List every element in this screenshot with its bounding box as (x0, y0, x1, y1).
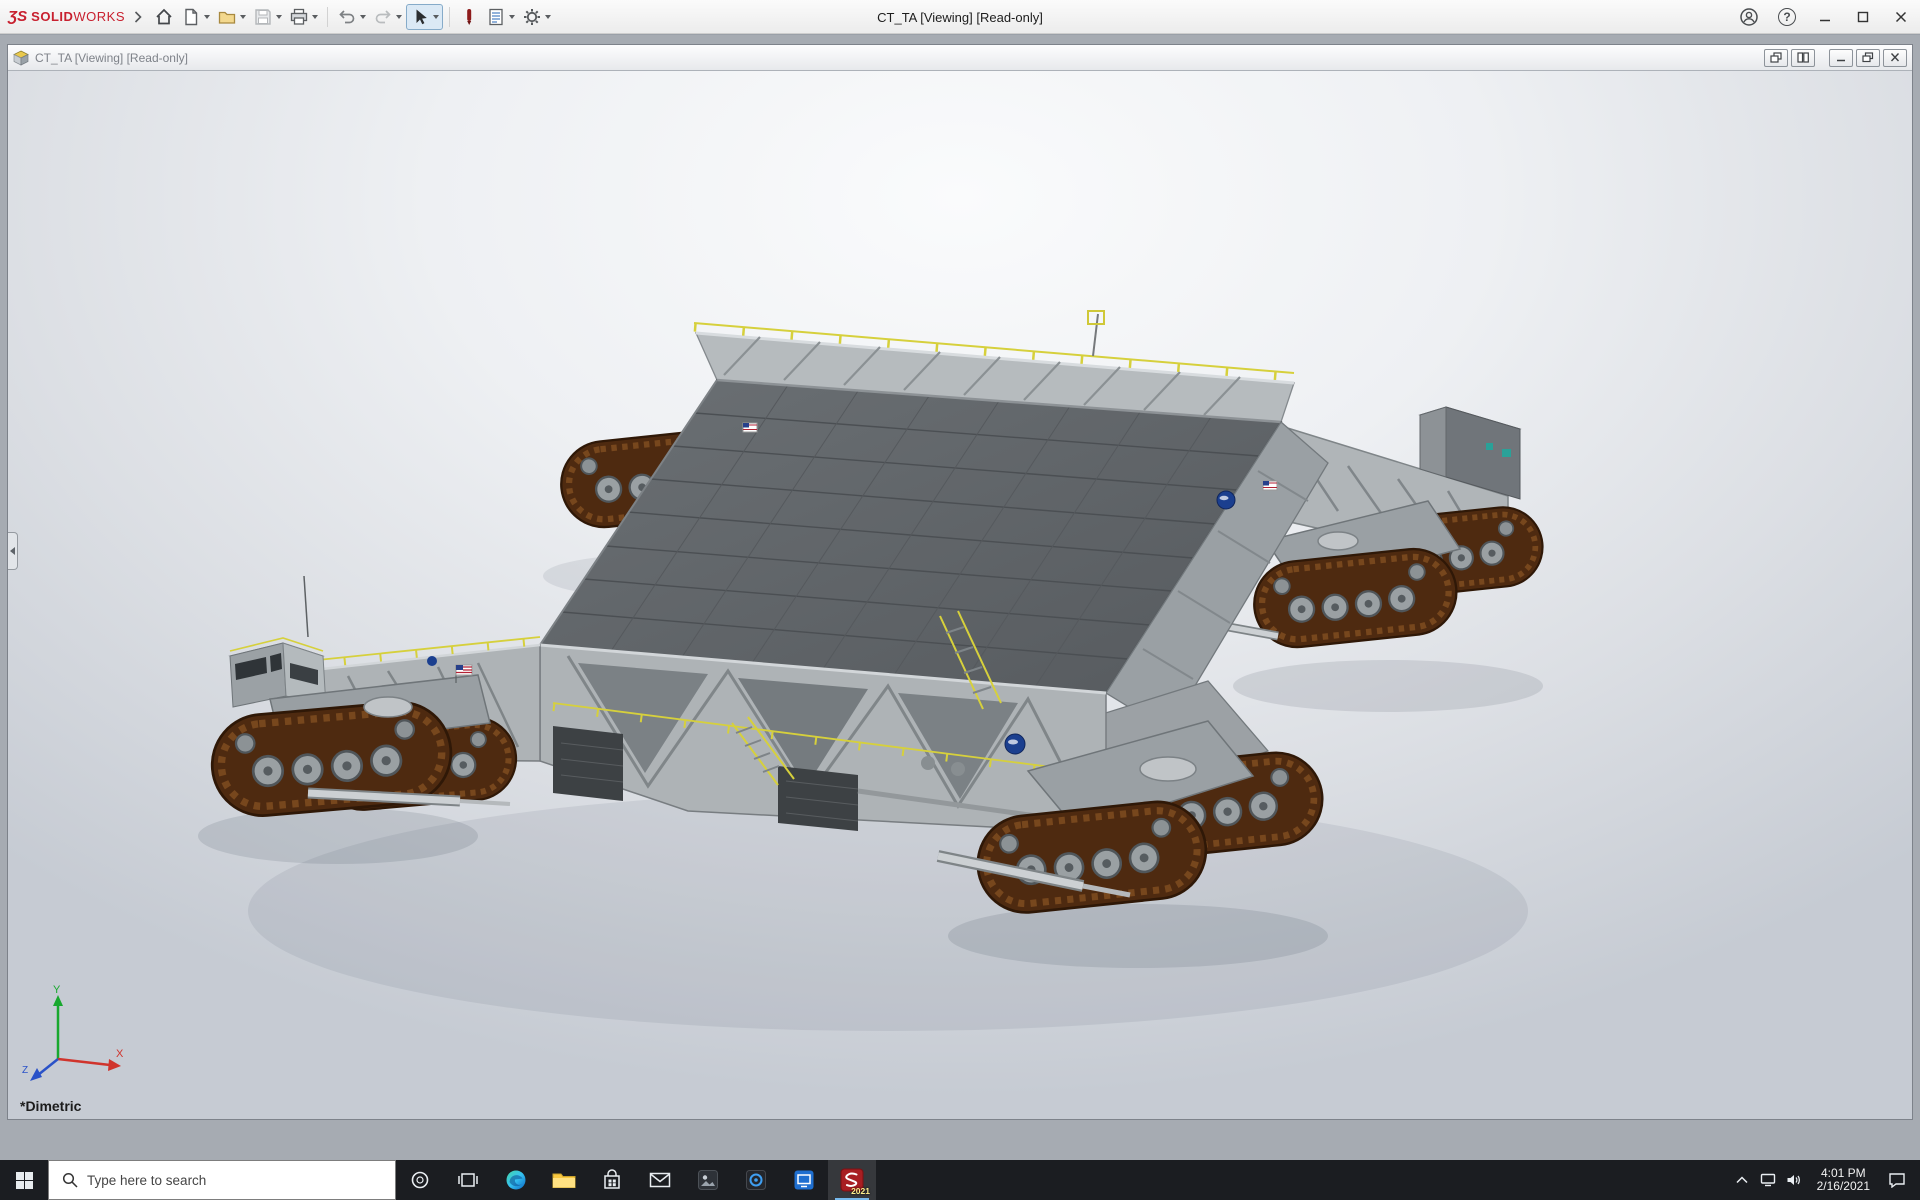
save-dropdown-caret[interactable] (276, 15, 282, 19)
doc-minimize-button[interactable] (1829, 49, 1853, 67)
media-player-icon (745, 1169, 767, 1191)
triad-y-label: Y (53, 984, 61, 996)
taskbar-search[interactable] (48, 1160, 396, 1200)
cortana-icon (410, 1170, 430, 1190)
cortana-button[interactable] (396, 1160, 444, 1200)
windows-taskbar: 2021 4:01 PM 2/16/2021 (0, 1160, 1920, 1200)
file-explorer-icon (552, 1170, 576, 1190)
solidworks-logo-text: SOLIDWORKS (31, 9, 125, 24)
clock-date: 2/16/2021 (1817, 1180, 1870, 1194)
toolbar-separator (327, 7, 328, 27)
options-dropdown-caret[interactable] (545, 15, 551, 19)
select-button[interactable] (406, 4, 443, 30)
crawler-transporter-model (8, 71, 1912, 1119)
solidworks-version-badge: 2021 (851, 1186, 870, 1196)
solidworks-logo: ƷS SOLIDWORKS (8, 8, 125, 25)
triad-x-label: X (116, 1048, 124, 1060)
store-icon (602, 1169, 622, 1191)
help-icon: ? (1778, 8, 1796, 26)
open-button[interactable] (214, 4, 249, 30)
help-button[interactable]: ? (1768, 0, 1806, 34)
store-button[interactable] (588, 1160, 636, 1200)
document-titlebar[interactable]: CT_TA [Viewing] [Read-only] (8, 45, 1912, 71)
feature-tree-collapse-tab[interactable] (8, 532, 18, 570)
document-window-controls (1764, 49, 1907, 67)
properties-dropdown-caret[interactable] (509, 15, 515, 19)
photos-button[interactable] (684, 1160, 732, 1200)
edge-button[interactable] (492, 1160, 540, 1200)
mail-icon (649, 1171, 671, 1189)
print-dropdown-caret[interactable] (312, 15, 318, 19)
solidworks-taskbar-button[interactable]: 2021 (828, 1160, 876, 1200)
app-titlebar: ƷS SOLIDWORKS (0, 0, 1920, 34)
taskbar-clock[interactable]: 4:01 PM 2/16/2021 (1807, 1167, 1880, 1194)
hidden-icons-chevron[interactable] (1729, 1160, 1755, 1200)
file-explorer-button[interactable] (540, 1160, 588, 1200)
solidworks-screen: ƷS SOLIDWORKS (0, 0, 1920, 1200)
home-button[interactable] (151, 4, 177, 30)
doc-close-button[interactable] (1883, 49, 1907, 67)
edge-icon (505, 1169, 527, 1191)
media-player-button[interactable] (732, 1160, 780, 1200)
quick-access-toolbar (151, 4, 554, 30)
select-dropdown-caret[interactable] (433, 15, 439, 19)
assembly-document-icon (13, 50, 29, 66)
undo-dropdown-caret[interactable] (360, 15, 366, 19)
titlebar-right-controls: ? (1730, 0, 1920, 34)
photos-icon (697, 1169, 719, 1191)
volume-icon[interactable] (1781, 1160, 1807, 1200)
new-document-dropdown-caret[interactable] (204, 15, 210, 19)
triad-z-label: Z (22, 1065, 28, 1076)
doc-restore-button[interactable] (1856, 49, 1880, 67)
properties-sheet-button[interactable] (483, 4, 518, 30)
new-document-button[interactable] (178, 4, 213, 30)
open-dropdown-caret[interactable] (240, 15, 246, 19)
graphics-viewport[interactable]: Y X Z *Dimetric (8, 71, 1912, 1119)
minimize-button[interactable] (1806, 0, 1844, 34)
search-icon (62, 1172, 78, 1188)
movies-tv-icon (793, 1169, 815, 1191)
options-button[interactable] (519, 4, 554, 30)
action-center-button[interactable] (1880, 1160, 1914, 1200)
document-title: CT_TA [Viewing] [Read-only] (35, 51, 188, 65)
network-icon[interactable] (1755, 1160, 1781, 1200)
solidworks-logo-mark: ƷS (8, 8, 27, 25)
redo-button[interactable] (370, 4, 405, 30)
pen-mode-icon[interactable] (456, 4, 482, 30)
brand-bold: SOLID (31, 9, 73, 24)
print-button[interactable] (286, 4, 321, 30)
start-button[interactable] (0, 1160, 48, 1200)
system-tray: 4:01 PM 2/16/2021 (1729, 1160, 1920, 1200)
task-view-button[interactable] (444, 1160, 492, 1200)
movies-tv-button[interactable] (780, 1160, 828, 1200)
windows-logo-icon (16, 1172, 33, 1189)
toolbar-separator (449, 7, 450, 27)
account-button[interactable] (1730, 0, 1768, 34)
app-client-area: CT_TA [Viewing] [Read-only] (0, 35, 1920, 1160)
orientation-triad[interactable]: Y X Z (20, 981, 130, 1091)
undo-button[interactable] (334, 4, 369, 30)
task-view-icon (458, 1170, 478, 1190)
menu-expand-chevron-icon[interactable] (131, 7, 145, 27)
search-input[interactable] (87, 1173, 367, 1188)
doc-tile-button[interactable] (1791, 49, 1815, 67)
mail-button[interactable] (636, 1160, 684, 1200)
brand-rest: WORKS (73, 9, 125, 24)
view-orientation-label: *Dimetric (20, 1098, 81, 1114)
maximize-button[interactable] (1844, 0, 1882, 34)
close-button[interactable] (1882, 0, 1920, 34)
clock-time: 4:01 PM (1817, 1167, 1870, 1181)
doc-cascade-button[interactable] (1764, 49, 1788, 67)
save-button[interactable] (250, 4, 285, 30)
document-window: CT_TA [Viewing] [Read-only] (7, 44, 1913, 1120)
redo-dropdown-caret[interactable] (396, 15, 402, 19)
